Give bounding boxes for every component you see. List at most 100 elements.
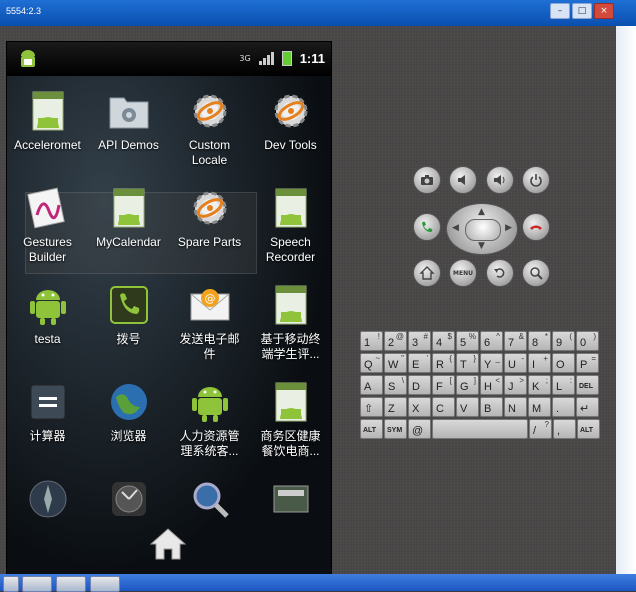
keyboard-key[interactable]: R{ [432, 353, 455, 373]
volume-down-button[interactable] [449, 166, 477, 194]
keyboard-key[interactable]: 6 ^ [480, 331, 503, 351]
keyboard-key[interactable]: DEL [576, 375, 599, 395]
keyboard-key[interactable]: 0) [576, 331, 599, 351]
power-button[interactable] [522, 166, 550, 194]
keyboard-key[interactable]: D [408, 375, 431, 395]
keyboard-key[interactable]: P = [576, 353, 599, 373]
phone-screen[interactable]: 3G 1:11 Acceleromet API Demos Custom Local… [6, 41, 332, 576]
dpad-center-button[interactable] [465, 219, 501, 241]
keyboard-key[interactable]: Q ~ [360, 353, 383, 373]
keyboard-key[interactable]: 3 # [408, 331, 431, 351]
keyboard-key[interactable]: L: [552, 375, 575, 395]
end-call-button[interactable] [522, 213, 550, 241]
keyboard-key[interactable]: W " [384, 353, 407, 373]
keyboard-key[interactable]: 2 @ [384, 331, 407, 351]
keyboard-key[interactable]: , [553, 419, 576, 439]
keyboard-key[interactable]: O [552, 353, 575, 373]
keyboard-key[interactable]: N [504, 397, 527, 417]
keyboard-key[interactable]: SYM [384, 419, 407, 439]
app-icon-item[interactable]: Speech Recorder [250, 183, 331, 280]
keyboard-key[interactable]: ⇧ [360, 397, 383, 417]
volume-up-button[interactable] [486, 166, 514, 194]
keyboard-key[interactable]: B [480, 397, 503, 417]
call-button[interactable] [413, 213, 441, 241]
dpad-left-icon[interactable]: ◀ [452, 223, 459, 233]
close-button[interactable]: × [594, 3, 614, 19]
app-icon-item[interactable]: Dev Tools [250, 86, 331, 183]
app-icon-item[interactable] [7, 474, 88, 571]
keyboard-key[interactable]: /? [529, 419, 552, 439]
app-icon-item[interactable]: 基于移动终 端学生评... [250, 280, 331, 377]
keyboard-key[interactable]: F[ [432, 375, 455, 395]
taskbar-item[interactable] [22, 576, 52, 592]
window-title-bar[interactable]: 5554:2.3 – □ × [0, 0, 636, 26]
keyboard-key[interactable]: H < [480, 375, 503, 395]
keyboard-key[interactable]: @ [408, 419, 431, 439]
taskbar-item[interactable] [3, 576, 19, 592]
keyboard-key[interactable]: G] [456, 375, 479, 395]
back-button[interactable] [486, 259, 514, 287]
app-icon-item[interactable]: 浏览器 [88, 377, 169, 474]
home-icon[interactable] [148, 526, 188, 562]
maximize-button[interactable]: □ [572, 3, 592, 19]
app-icon-item[interactable]: Custom Locale [169, 86, 250, 183]
keyboard-key[interactable]: 1! [360, 331, 383, 351]
app-icon-item[interactable]: Gestures Builder [7, 183, 88, 280]
dpad-down-icon[interactable]: ▼ [478, 241, 485, 251]
keyboard-key[interactable]: ↵ [576, 397, 599, 417]
minimize-button[interactable]: – [550, 3, 570, 19]
keyboard-key[interactable]: Y _ [480, 353, 503, 373]
keyboard-key[interactable]: 8 * [528, 331, 551, 351]
home-button[interactable] [413, 259, 441, 287]
keyboard-key[interactable]: ALT [577, 419, 600, 439]
keyboard-key[interactable]: T} [456, 353, 479, 373]
key-main-label: M [532, 403, 542, 415]
keyboard-key[interactable]: Z [384, 397, 407, 417]
key-alt-label: ( [569, 332, 572, 341]
keyboard-key[interactable]: V [456, 397, 479, 417]
app-icon-item[interactable] [250, 474, 331, 571]
keyboard-key[interactable]: 9( [552, 331, 575, 351]
taskbar-item[interactable] [56, 576, 86, 592]
keyboard-key[interactable]: S \ [384, 375, 407, 395]
app-label: Dev Tools [264, 138, 317, 152]
app-icon-item[interactable]: Spare Parts [169, 183, 250, 280]
keyboard-key[interactable]: 5% [456, 331, 479, 351]
app-icon-item[interactable]: 商务区健康 餐饮电商... [250, 377, 331, 474]
app-icon-item[interactable]: @ 发送电子邮 件 [169, 280, 250, 377]
dpad-right-icon[interactable]: ▶ [505, 223, 512, 233]
app-icon-item[interactable]: MyCalendar [88, 183, 169, 280]
keyboard-key[interactable]: M [528, 397, 551, 417]
app-icon-item[interactable]: API Demos [88, 86, 169, 183]
clock-time: 1:11 [299, 51, 325, 66]
key-alt-label: % [468, 332, 476, 341]
keyboard-key[interactable]: 4 $ [432, 331, 455, 351]
search-button[interactable] [522, 259, 550, 287]
dpad-up-icon[interactable]: ▲ [478, 207, 485, 217]
app-icon-item[interactable]: 拨号 [88, 280, 169, 377]
keyboard-key[interactable]: A [360, 375, 383, 395]
keyboard-key[interactable]: E ' [408, 353, 431, 373]
key-main-label: F [436, 381, 443, 393]
keyboard-key[interactable]: ALT [360, 419, 383, 439]
keyboard-key[interactable]: X [408, 397, 431, 417]
app-label: Custom Locale [188, 138, 231, 167]
key-main-label: 2 [388, 337, 395, 349]
keyboard-key[interactable]: I + [528, 353, 551, 373]
keyboard-key[interactable]: K; [528, 375, 551, 395]
app-icon-item[interactable]: 人力资源管 理系统客... [169, 377, 250, 474]
taskbar-item[interactable] [90, 576, 120, 592]
keyboard-key[interactable]: U- [504, 353, 527, 373]
keyboard-key[interactable] [432, 419, 528, 439]
dpad[interactable]: ▲ ▼ ◀ ▶ [446, 203, 518, 255]
app-icon-item[interactable]: testa [7, 280, 88, 377]
menu-button[interactable]: MENU [449, 259, 477, 287]
keyboard-key[interactable]: 7 & [504, 331, 527, 351]
keyboard-key[interactable]: J > [504, 375, 527, 395]
app-icon-item[interactable]: 计算器 [7, 377, 88, 474]
keyboard-key[interactable]: C [432, 397, 455, 417]
keyboard-key[interactable]: . [552, 397, 575, 417]
key-main-label: H [484, 381, 492, 393]
camera-button[interactable] [413, 166, 441, 194]
app-icon-item[interactable]: Acceleromet [7, 86, 88, 183]
